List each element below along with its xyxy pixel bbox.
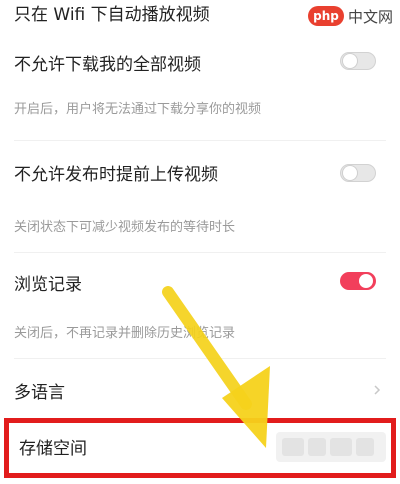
disallow-download-toggle[interactable] — [340, 52, 376, 70]
wifi-autoplay-label: 只在 Wifi 下自动播放视频 — [14, 5, 210, 25]
watermark-logo: php — [308, 6, 344, 26]
divider — [14, 358, 386, 359]
toggle-on-icon — [359, 274, 373, 288]
multi-language-label: 多语言 — [14, 383, 65, 403]
disallow-download-label: 不允许下载我的全部视频 — [14, 55, 201, 75]
disallow-preupload-toggle[interactable] — [340, 164, 376, 182]
disallow-download-description: 开启后，用户将无法通过下载分享你的视频 — [14, 102, 262, 117]
disallow-preupload-label: 不允许发布时提前上传视频 — [14, 165, 218, 185]
setting-disallow-preupload: 不允许发布时提前上传视频 关闭状态下可减少视频发布的等待时长 — [0, 156, 400, 236]
watermark-text: 中文网 — [348, 8, 394, 26]
browse-history-label: 浏览记录 — [14, 275, 82, 295]
toggle-off-icon — [343, 54, 357, 68]
disallow-preupload-description: 关闭状态下可减少视频发布的等待时长 — [14, 220, 236, 235]
divider — [14, 140, 386, 141]
divider — [14, 252, 386, 253]
setting-browse-history: 浏览记录 关闭后，不再记录并删除历史浏览记录 — [0, 270, 400, 350]
toggle-off-icon — [343, 166, 357, 180]
chevron-right-icon — [372, 385, 382, 395]
settings-page: 只在 Wifi 下自动播放视频 php 中文网 不允许下载我的全部视频 开启后，… — [0, 0, 400, 484]
site-watermark: php 中文网 — [308, 6, 394, 28]
storage-value-blurred — [276, 432, 386, 462]
browse-history-toggle[interactable] — [340, 272, 376, 290]
storage-label: 存储空间 — [19, 439, 87, 459]
setting-multi-language[interactable]: 多语言 — [0, 376, 400, 412]
browse-history-description: 关闭后，不再记录并删除历史浏览记录 — [14, 326, 236, 341]
setting-disallow-download: 不允许下载我的全部视频 开启后，用户将无法通过下载分享你的视频 — [0, 46, 400, 126]
setting-storage[interactable]: 存储空间 — [4, 418, 396, 478]
